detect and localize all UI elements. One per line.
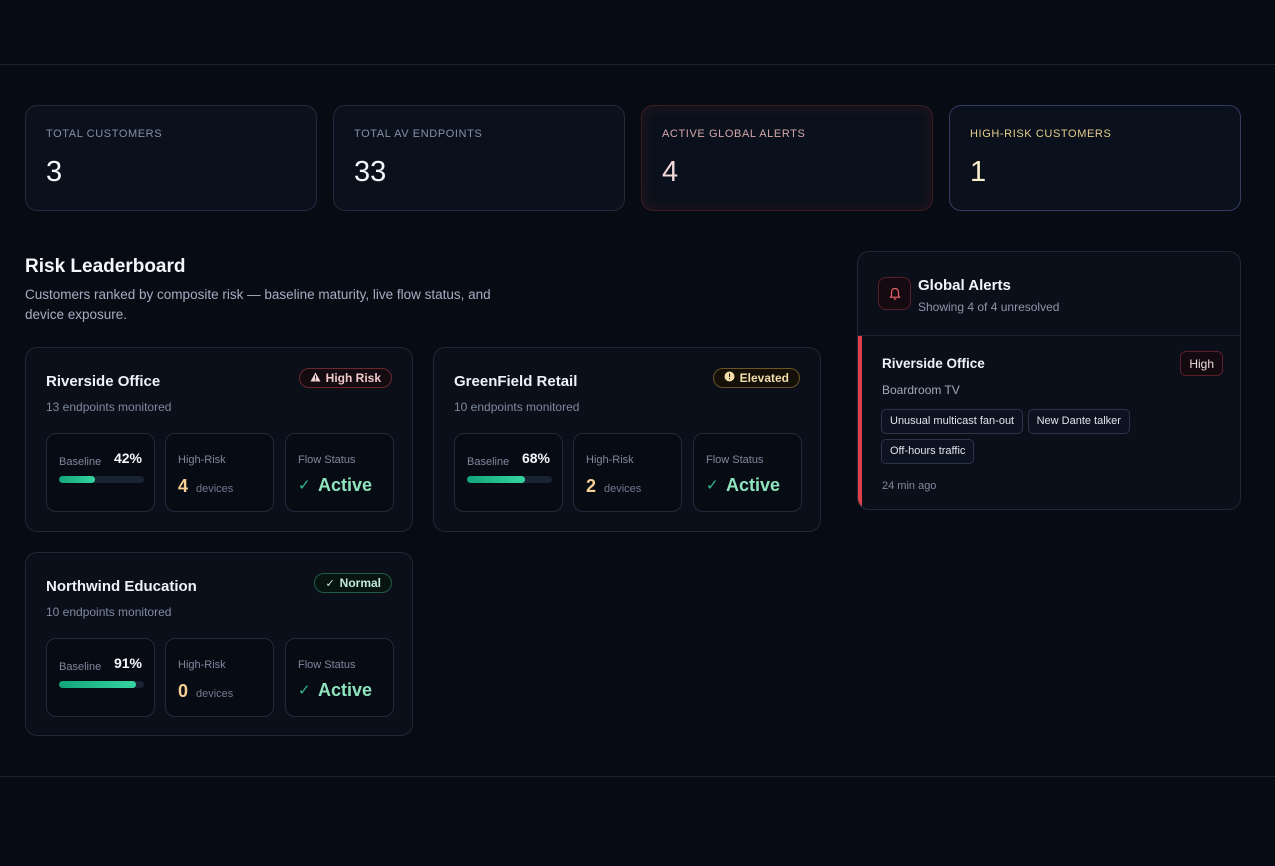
footer-divider <box>0 776 1275 777</box>
stat-label: HIGH-RISK CUSTOMERS <box>970 128 1112 140</box>
alert-tag: Off-hours traffic <box>881 439 975 464</box>
high-risk-metric: High-Risk 2 devices <box>573 433 682 512</box>
baseline-progress-bar <box>59 476 144 483</box>
baseline-label: Baseline <box>59 661 102 673</box>
severity-edge <box>858 336 862 509</box>
customer-card-greenfield-retail[interactable]: GreenField Retail 10 endpoints monitored… <box>433 347 821 532</box>
stat-card-total-endpoints: TOTAL AV ENDPOINTS 33 <box>333 105 625 211</box>
leaderboard-title: Risk Leaderboard <box>25 256 186 277</box>
high-risk-unit: devices <box>604 483 642 495</box>
stat-value: 1 <box>970 156 987 188</box>
high-risk-metric: High-Risk 0 devices <box>165 638 274 717</box>
baseline-label: Baseline <box>467 456 510 468</box>
flow-status-value: Active <box>726 475 781 495</box>
endpoints-count: 10 endpoints monitored <box>46 605 172 619</box>
baseline-metric: Baseline 68% <box>454 433 563 512</box>
risk-badge-label: Elevated <box>739 371 789 385</box>
high-risk-count: 0 <box>178 681 189 701</box>
check-icon: ✓ <box>298 477 311 494</box>
baseline-progress-fill <box>467 476 525 483</box>
baseline-progress-bar <box>59 681 144 688</box>
alert-item[interactable]: Riverside Office Boardroom TV High Unusu… <box>858 336 1240 509</box>
stat-card-high-risk-customers: HIGH-RISK CUSTOMERS 1 <box>949 105 1241 211</box>
alerts-subtitle: Showing 4 of 4 unresolved <box>918 300 1060 314</box>
risk-badge: ✓ Normal <box>314 573 392 593</box>
high-risk-count: 2 <box>586 476 597 496</box>
high-risk-count: 4 <box>178 476 189 496</box>
high-risk-metric: High-Risk 4 devices <box>165 433 274 512</box>
flow-status-label: Flow Status <box>298 454 356 466</box>
customer-name: Northwind Education <box>46 578 197 595</box>
stat-value: 3 <box>46 156 63 188</box>
bell-icon <box>878 277 911 310</box>
alert-tag: New Dante talker <box>1027 409 1130 434</box>
baseline-progress-fill <box>59 681 137 688</box>
high-risk-label: High-Risk <box>178 659 226 671</box>
leaderboard-subtitle: Customers ranked by composite risk — bas… <box>25 287 491 322</box>
warning-icon <box>310 372 321 385</box>
endpoints-count: 10 endpoints monitored <box>454 400 580 414</box>
baseline-percent: 91% <box>113 655 142 671</box>
alert-device: Boardroom TV <box>882 383 960 397</box>
risk-badge-label: Normal <box>339 576 381 590</box>
flow-status-metric: Flow Status ✓ Active <box>285 433 394 512</box>
customer-name: GreenField Retail <box>454 373 578 390</box>
check-icon: ✓ <box>706 477 719 494</box>
check-icon: ✓ <box>298 682 311 699</box>
customer-card-riverside-office[interactable]: Riverside Office 13 endpoints monitored … <box>25 347 413 532</box>
alert-customer: Riverside Office <box>882 356 985 371</box>
risk-badge: Elevated <box>712 368 800 388</box>
baseline-metric: Baseline 91% <box>46 638 155 717</box>
flow-status-value: Active <box>318 475 373 495</box>
high-risk-label: High-Risk <box>178 454 226 466</box>
header-divider <box>0 64 1275 65</box>
risk-badge-label: High Risk <box>325 371 381 385</box>
stat-label: ACTIVE GLOBAL ALERTS <box>662 128 806 140</box>
flow-status-value: Active <box>318 680 373 700</box>
stat-value: 4 <box>662 156 679 188</box>
high-risk-label: High-Risk <box>586 454 634 466</box>
flow-status-metric: Flow Status ✓ Active <box>693 433 802 512</box>
high-risk-unit: devices <box>196 483 234 495</box>
baseline-percent: 68% <box>521 450 550 466</box>
endpoints-count: 13 endpoints monitored <box>46 400 172 414</box>
customer-name: Riverside Office <box>46 373 161 390</box>
stat-label: TOTAL AV ENDPOINTS <box>354 128 483 140</box>
stat-card-active-alerts: ACTIVE GLOBAL ALERTS 4 <box>641 105 933 211</box>
baseline-percent: 42% <box>113 450 142 466</box>
global-alerts-panel: Global Alerts Showing 4 of 4 unresolved … <box>857 251 1241 510</box>
baseline-progress-fill <box>59 476 95 483</box>
baseline-label: Baseline <box>59 456 102 468</box>
risk-badge: High Risk <box>298 368 392 388</box>
flow-status-label: Flow Status <box>706 454 764 466</box>
stat-label: TOTAL CUSTOMERS <box>46 128 163 140</box>
stat-value: 33 <box>354 156 387 188</box>
high-risk-unit: devices <box>196 688 234 700</box>
stat-card-total-customers: TOTAL CUSTOMERS 3 <box>25 105 317 211</box>
info-circle-icon <box>724 371 735 385</box>
alert-tags: Unusual multicast fan-out New Dante talk… <box>881 409 1181 469</box>
alert-tag: Unusual multicast fan-out <box>881 409 1024 434</box>
dashboard-page: TOTAL CUSTOMERS 3 TOTAL AV ENDPOINTS 33 … <box>0 0 1275 866</box>
flow-status-label: Flow Status <box>298 659 356 671</box>
severity-badge: High <box>1180 351 1223 376</box>
customer-card-northwind-education[interactable]: Northwind Education 10 endpoints monitor… <box>25 552 413 736</box>
baseline-metric: Baseline 42% <box>46 433 155 512</box>
flow-status-metric: Flow Status ✓ Active <box>285 638 394 717</box>
check-icon: ✓ <box>325 577 335 590</box>
alerts-title: Global Alerts <box>918 277 1011 294</box>
alert-time: 24 min ago <box>882 480 937 492</box>
baseline-progress-bar <box>467 476 552 483</box>
